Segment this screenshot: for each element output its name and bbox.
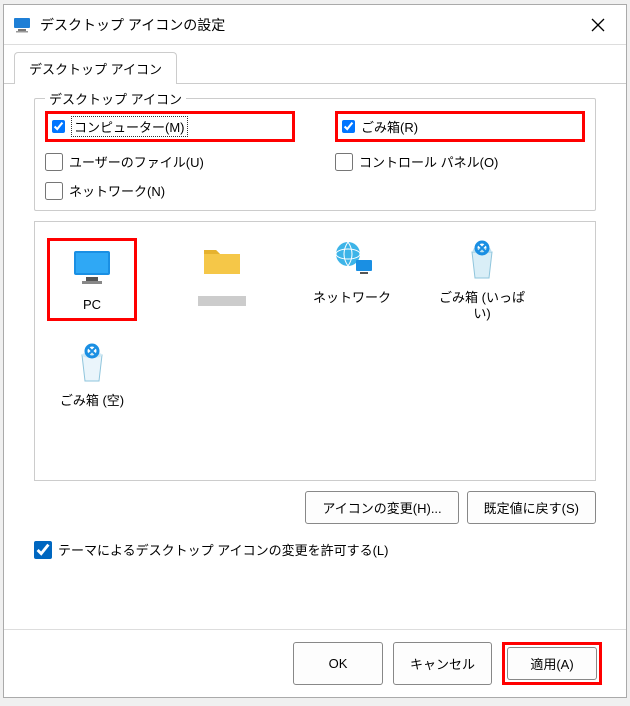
row-userfiles: ユーザーのファイル(U) bbox=[45, 152, 295, 171]
label-recycle[interactable]: ごみ箱(R) bbox=[361, 117, 418, 136]
apply-button[interactable]: 適用(A) bbox=[507, 647, 597, 680]
content-area: デスクトップ アイコン コンピューター(M) ごみ箱(R) ユーザーのファイル(… bbox=[4, 84, 626, 629]
folder-icon bbox=[198, 238, 246, 286]
icon-item-pc[interactable]: PC bbox=[47, 238, 137, 321]
checkbox-recycle[interactable] bbox=[342, 120, 355, 133]
monitor-icon bbox=[68, 245, 116, 293]
window-title: デスクトップ アイコンの設定 bbox=[40, 15, 578, 35]
change-icon-button[interactable]: アイコンの変更(H)... bbox=[305, 491, 458, 524]
dialog-button-row: OK キャンセル 適用(A) bbox=[4, 629, 626, 697]
checkbox-network[interactable] bbox=[45, 182, 63, 200]
tab-desktop-icons[interactable]: デスクトップ アイコン bbox=[14, 52, 177, 84]
titlebar: デスクトップ アイコンの設定 bbox=[4, 5, 626, 45]
icon-label-pc: PC bbox=[83, 297, 101, 313]
icon-item-trash-empty[interactable]: ごみ箱 (空) bbox=[47, 341, 137, 409]
dialog-window: デスクトップ アイコンの設定 デスクトップ アイコン デスクトップ アイコン コ… bbox=[3, 4, 627, 698]
icon-label-trash-empty: ごみ箱 (空) bbox=[60, 393, 124, 409]
ok-button[interactable]: OK bbox=[293, 642, 383, 685]
icon-label-trash-full: ごみ箱 (いっぱい) bbox=[437, 290, 527, 321]
trash-full-icon bbox=[458, 238, 506, 286]
icon-item-network[interactable]: ネットワーク bbox=[307, 238, 397, 321]
desktop-icons-fieldset: デスクトップ アイコン コンピューター(M) ごみ箱(R) ユーザーのファイル(… bbox=[34, 98, 596, 211]
checkbox-grid: コンピューター(M) ごみ箱(R) ユーザーのファイル(U) コントロール パネ… bbox=[45, 111, 585, 200]
network-icon bbox=[328, 238, 376, 286]
icon-preview-list[interactable]: PC ネットワーク ごみ箱 (いっぱい) bbox=[34, 221, 596, 481]
label-computer[interactable]: コンピューター(M) bbox=[71, 116, 188, 137]
checkbox-controlpanel[interactable] bbox=[335, 153, 353, 171]
highlight-computer: コンピューター(M) bbox=[45, 111, 295, 142]
row-controlpanel: コントロール パネル(O) bbox=[335, 152, 585, 171]
folder-shadow bbox=[198, 296, 246, 306]
label-userfiles[interactable]: ユーザーのファイル(U) bbox=[69, 152, 204, 171]
close-button[interactable] bbox=[578, 10, 618, 40]
restore-default-button[interactable]: 既定値に戻す(S) bbox=[467, 491, 596, 524]
fieldset-legend: デスクトップ アイコン bbox=[45, 89, 186, 108]
icon-item-trash-full[interactable]: ごみ箱 (いっぱい) bbox=[437, 238, 527, 321]
checkbox-computer[interactable] bbox=[52, 120, 65, 133]
app-icon bbox=[12, 15, 32, 35]
checkbox-theme-allow[interactable] bbox=[34, 541, 52, 559]
tab-strip: デスクトップ アイコン bbox=[4, 45, 626, 84]
theme-allow-row: テーマによるデスクトップ アイコンの変更を許可する(L) bbox=[34, 540, 596, 559]
icon-item-folder[interactable] bbox=[177, 238, 267, 321]
label-theme-allow[interactable]: テーマによるデスクトップ アイコンの変更を許可する(L) bbox=[58, 540, 388, 559]
label-network[interactable]: ネットワーク(N) bbox=[69, 181, 165, 200]
row-network: ネットワーク(N) bbox=[45, 181, 295, 200]
checkbox-userfiles[interactable] bbox=[45, 153, 63, 171]
icon-buttons-row: アイコンの変更(H)... 既定値に戻す(S) bbox=[34, 491, 596, 524]
label-controlpanel[interactable]: コントロール パネル(O) bbox=[359, 152, 498, 171]
highlight-apply: 適用(A) bbox=[502, 642, 602, 685]
trash-empty-icon bbox=[68, 341, 116, 389]
highlight-recycle: ごみ箱(R) bbox=[335, 111, 585, 142]
icon-label-network: ネットワーク bbox=[313, 290, 391, 306]
cancel-button[interactable]: キャンセル bbox=[393, 642, 492, 685]
